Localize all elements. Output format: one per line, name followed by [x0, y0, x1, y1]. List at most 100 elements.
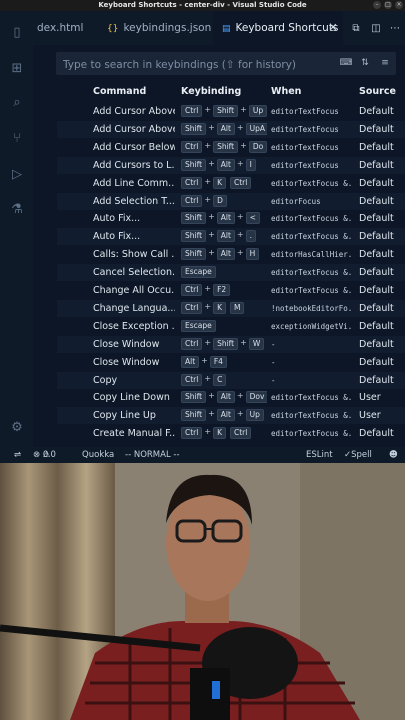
source-control-icon[interactable]: ⑂	[8, 130, 26, 148]
settings-gear-icon[interactable]: ⚙	[8, 419, 26, 437]
table-row[interactable]: Change Langua... Ctrl + K M !notebookEditorFo…	[57, 299, 405, 317]
table-row[interactable]: Copy Ctrl + C - Default	[57, 371, 405, 389]
when-cell: editorTextFocus &...	[271, 178, 353, 188]
testing-icon[interactable]: ⚗	[8, 201, 26, 219]
table-row[interactable]: Auto Fix... Shift + Alt +. editorTextFocus &.…	[57, 228, 405, 246]
table-row[interactable]: Change All Occu... Ctrl + F2 editorTextFocus…	[57, 282, 405, 299]
key-plus: +	[236, 122, 244, 132]
table-row[interactable]: Add Line Comm... Ctrl + K Ctrl editorTextFocu…	[57, 175, 405, 192]
key-cap: Ctrl	[181, 194, 203, 207]
table-row[interactable]: Auto Fix... Shift + Alt + < editorTextFocus &.…	[57, 210, 405, 227]
split-editor-icon[interactable]: ◫	[369, 22, 383, 36]
key-cap: Alt	[181, 355, 200, 368]
close-window-icon[interactable]: ×	[395, 1, 403, 9]
clear-search-icon[interactable]: ≡	[378, 56, 392, 70]
table-header: Command Keybinding When Source	[57, 86, 405, 101]
table-row[interactable]: Close Window Ctrl + Shift + W - Default	[57, 335, 405, 353]
key-cap: Up	[245, 409, 264, 422]
table-row[interactable]: Cancel Selection... Escape editorTextFocus…	[57, 264, 405, 282]
key-plus: +	[208, 391, 215, 401]
table-row[interactable]: Add Cursor Above Shift + Alt + UpA editorTextF…	[57, 120, 405, 138]
tab-json-label: keybindings.json	[123, 22, 212, 34]
run-debug-icon[interactable]: ▷	[8, 166, 26, 184]
key-plus: +	[204, 105, 212, 114]
key-plus: +	[204, 337, 212, 347]
problems-indicator[interactable]: ⊗ 0 ⚠ 0	[33, 447, 56, 463]
table-row[interactable]: Close Exception ... Escape exceptionWidget…	[57, 318, 405, 335]
table-row[interactable]: Add Cursor Below Ctrl + Shift + Do editorTextF…	[57, 139, 405, 156]
table-row[interactable]: Create Manual F... Ctrl + K Ctrl editorTextFo…	[57, 425, 405, 442]
eslint-status[interactable]: ESLint	[306, 447, 333, 463]
key-plus: +	[208, 122, 215, 132]
key-cap: Do	[248, 140, 267, 153]
sort-by-precedence-icon[interactable]: ⇅	[358, 56, 372, 70]
notifications-icon[interactable]: ☻	[389, 447, 398, 463]
keyboard-shortcuts-file-icon: ▤	[222, 24, 231, 34]
table-row[interactable]: Close Window Alt + F4- Default	[57, 354, 405, 371]
source-cell: Default	[359, 231, 394, 243]
when-cell: editorTextFocus &...	[271, 393, 353, 403]
command-cell: Copy Line Down	[93, 392, 170, 404]
key-cap: Alt	[216, 391, 235, 404]
tab-keybindings-json[interactable]: {} keybindings.json	[103, 11, 215, 45]
key-cap: Alt	[216, 122, 235, 135]
key-plus: +	[208, 409, 215, 419]
key-plus: +	[208, 248, 215, 258]
keybindings-search-input[interactable]	[56, 52, 335, 77]
key-cap: Ctrl	[181, 301, 203, 314]
command-cell: Auto Fix...	[93, 231, 141, 243]
key-cap: K	[213, 301, 226, 314]
key-plus: +	[208, 158, 215, 168]
tab-shortcuts-label: Keyboard Shortcuts	[235, 22, 339, 34]
extensions-icon[interactable]: ⊞	[8, 60, 26, 78]
source-cell: Default	[359, 285, 394, 296]
table-row[interactable]: Add Cursors to L... Shift + Alt + IeditorText…	[57, 156, 405, 174]
remote-icon[interactable]: ⇌	[14, 447, 21, 463]
keybinding-cell: Ctrl + K Ctrl	[181, 175, 267, 192]
open-keybindings-json-icon[interactable]: ⧉	[349, 22, 363, 36]
search-icon[interactable]: ⌕	[8, 94, 26, 112]
quokka-status[interactable]: Quokka	[82, 447, 114, 463]
when-cell: editorTextFocus &...	[271, 286, 353, 295]
key-cap: C	[213, 373, 227, 386]
keybinding-cell: Ctrl + Shift + Up	[181, 103, 267, 120]
window-title: Keyboard Shortcuts - center-div - Visual…	[98, 1, 307, 9]
key-plus: +	[236, 409, 244, 419]
command-cell: Add Line Comm...	[93, 177, 175, 189]
keybinding-cell: Shift + Alt + <	[181, 210, 267, 227]
source-cell: Default	[359, 374, 394, 386]
minimize-icon[interactable]: –	[373, 1, 381, 9]
table-row[interactable]: Calls: Show Call ... Shift + Alt + HeditorHas…	[57, 246, 405, 263]
table-row[interactable]: Add Selection T... Ctrl + DeditorFocus Defau…	[57, 192, 405, 210]
key-cap: Ctrl	[181, 176, 203, 189]
tab-keyboard-shortcuts[interactable]: ▤ Keyboard Shortcuts ✕	[213, 11, 343, 45]
command-cell: Copy	[93, 374, 118, 386]
key-cap: Ctrl	[181, 284, 203, 296]
close-tab-icon[interactable]: ✕	[326, 11, 340, 45]
tab-html[interactable]: dex.html	[33, 11, 101, 45]
table-row[interactable]: Copy Line Down Shift + Alt + Dov editorTextFoc…	[57, 389, 405, 406]
command-cell: Create Manual F...	[93, 428, 175, 440]
spell-label: Spell	[351, 450, 372, 460]
key-plus: +	[240, 140, 247, 150]
keybinding-cell: Shift + Alt + UpA	[181, 121, 267, 138]
source-cell: User	[359, 410, 381, 422]
explorer-icon[interactable]: ▯	[8, 24, 26, 42]
window-title-bar: Keyboard Shortcuts - center-div - Visual…	[0, 0, 405, 11]
table-row[interactable]: Add Cursor Above Ctrl + Shift + Up editorTextF…	[57, 103, 405, 120]
more-actions-icon[interactable]: ⋯	[388, 22, 402, 36]
keybindings-search: ⌨ ⇅ ≡	[56, 52, 396, 77]
key-cap: Ctrl	[229, 176, 252, 189]
key-cap: Ctrl	[181, 427, 203, 440]
keybinding-cell: Ctrl + D	[181, 193, 267, 210]
spell-status[interactable]: ✓ Spell	[344, 447, 372, 463]
key-cap: Shift	[181, 212, 207, 225]
keyboard-shortcuts-editor: ⌨ ⇅ ≡ Command Keybinding When Source Add…	[33, 45, 405, 447]
key-plus: +	[204, 301, 212, 311]
column-source: Source	[359, 86, 396, 97]
key-cap: M	[229, 301, 245, 314]
table-row[interactable]: Copy Line Up Shift + Alt + Up editorTextFocus …	[57, 407, 405, 425]
maximize-icon[interactable]: □	[384, 1, 392, 9]
command-cell: Add Selection T...	[93, 195, 175, 207]
record-keys-icon[interactable]: ⌨	[339, 56, 353, 70]
